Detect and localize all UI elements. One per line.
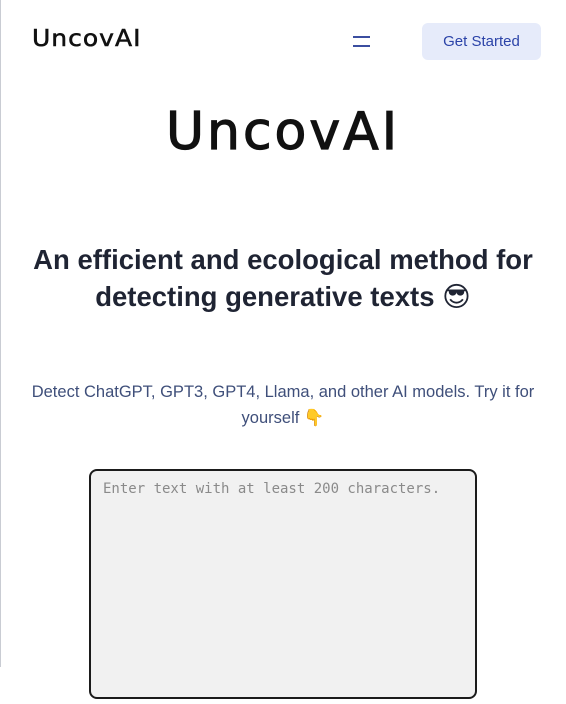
get-started-button[interactable]: Get Started [422,23,541,60]
menu-bar-bottom [353,45,370,47]
page-left-border [0,0,1,667]
menu-bar-top [353,36,370,38]
hero-headline: An efficient and ecological method for d… [33,244,533,312]
top-navbar: UncovAI Get Started [0,0,566,84]
header-logo[interactable]: UncovAI [32,25,141,52]
hero-subtitle: Detect ChatGPT, GPT3, GPT4, Llama, and o… [31,383,535,427]
hero-logo: UncovAI [165,101,401,162]
text-input-container [89,469,477,699]
text-input-field[interactable] [89,469,477,699]
hamburger-menu-icon[interactable] [352,34,372,48]
